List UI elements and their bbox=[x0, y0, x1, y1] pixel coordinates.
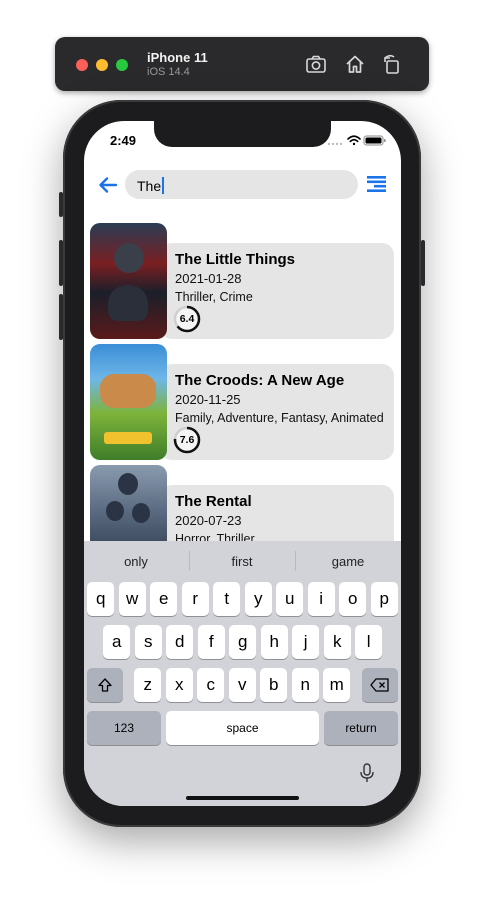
home-icon[interactable] bbox=[344, 53, 366, 75]
minimize-window-button[interactable] bbox=[96, 59, 108, 71]
movie-title: The Little Things bbox=[175, 251, 295, 268]
key-q[interactable]: q bbox=[87, 582, 115, 616]
key-u[interactable]: u bbox=[276, 582, 304, 616]
key-n[interactable]: n bbox=[291, 668, 319, 702]
home-indicator[interactable] bbox=[186, 796, 299, 800]
suggestion-divider bbox=[295, 551, 296, 571]
key-l[interactable]: l bbox=[355, 625, 383, 659]
movie-poster bbox=[90, 223, 167, 339]
power-button[interactable] bbox=[421, 240, 425, 286]
rating-value: 6.4 bbox=[179, 313, 195, 325]
key-r[interactable]: r bbox=[181, 582, 209, 616]
list-item[interactable]: The Croods: A New Age 2020-11-25 Family,… bbox=[84, 344, 401, 462]
mute-switch[interactable] bbox=[59, 192, 63, 217]
key-s[interactable]: s bbox=[134, 625, 162, 659]
list-item[interactable]: The Little Things 2021-01-28 Thriller, C… bbox=[84, 223, 401, 341]
signal-icon bbox=[327, 142, 343, 146]
search-input-value: The bbox=[137, 177, 165, 194]
volume-up-button[interactable] bbox=[59, 240, 63, 286]
key-b[interactable]: b bbox=[260, 668, 288, 702]
key-c[interactable]: c bbox=[197, 668, 225, 702]
key-j[interactable]: j bbox=[292, 625, 320, 659]
battery-icon bbox=[363, 135, 386, 146]
key-d[interactable]: d bbox=[166, 625, 194, 659]
close-window-button[interactable] bbox=[76, 59, 88, 71]
key-g[interactable]: g bbox=[229, 625, 257, 659]
list-menu-icon[interactable] bbox=[367, 176, 386, 192]
shift-icon bbox=[98, 678, 112, 692]
suggestion-game[interactable]: game bbox=[298, 554, 398, 569]
suggestion-divider bbox=[189, 551, 190, 571]
shift-key[interactable] bbox=[87, 668, 123, 702]
movie-title: The Rental bbox=[175, 493, 252, 510]
notch bbox=[154, 121, 331, 147]
movie-date: 2020-07-23 bbox=[175, 513, 242, 528]
key-f[interactable]: f bbox=[197, 625, 225, 659]
movie-title: The Croods: A New Age bbox=[175, 372, 345, 389]
key-v[interactable]: v bbox=[228, 668, 256, 702]
movie-genres: Thriller, Crime bbox=[175, 290, 253, 304]
movie-poster bbox=[90, 344, 167, 460]
simulator-title-bar: iPhone 11 iOS 14.4 bbox=[55, 37, 429, 91]
key-i[interactable]: i bbox=[307, 582, 335, 616]
key-e[interactable]: e bbox=[150, 582, 178, 616]
rating-value: 7.6 bbox=[179, 434, 195, 446]
poster-logo bbox=[104, 432, 152, 444]
key-x[interactable]: x bbox=[165, 668, 193, 702]
rating-badge: 6.4 bbox=[173, 305, 201, 333]
poster-figure bbox=[118, 473, 138, 495]
key-z[interactable]: z bbox=[134, 668, 162, 702]
key-t[interactable]: t bbox=[213, 582, 241, 616]
movie-date: 2021-01-28 bbox=[175, 271, 242, 286]
poster-figure bbox=[108, 285, 148, 321]
key-a[interactable]: a bbox=[103, 625, 131, 659]
key-o[interactable]: o bbox=[339, 582, 367, 616]
key-w[interactable]: w bbox=[118, 582, 146, 616]
key-m[interactable]: m bbox=[323, 668, 351, 702]
delete-key[interactable] bbox=[362, 668, 398, 702]
key-k[interactable]: k bbox=[323, 625, 351, 659]
poster-figure bbox=[132, 503, 150, 523]
key-y[interactable]: y bbox=[244, 582, 272, 616]
back-arrow-icon[interactable] bbox=[97, 174, 119, 196]
rating-badge: 7.6 bbox=[173, 426, 201, 454]
volume-down-button[interactable] bbox=[59, 294, 63, 340]
movie-date: 2020-11-25 bbox=[175, 392, 241, 407]
numbers-key[interactable]: 123 bbox=[87, 711, 161, 745]
key-p[interactable]: p bbox=[370, 582, 398, 616]
space-key[interactable]: space bbox=[166, 711, 319, 745]
screenshot-icon[interactable] bbox=[305, 53, 327, 75]
os-version: iOS 14.4 bbox=[147, 66, 190, 78]
poster-figure bbox=[100, 374, 156, 408]
device-name: iPhone 11 bbox=[147, 50, 208, 65]
delete-icon bbox=[370, 678, 389, 692]
search-input[interactable]: The bbox=[125, 170, 358, 199]
suggestion-only[interactable]: only bbox=[86, 554, 186, 569]
status-icons bbox=[327, 135, 386, 146]
key-h[interactable]: h bbox=[260, 625, 288, 659]
phone-screen: 2:49 The The Little Things 2021-01-28 Th… bbox=[84, 121, 401, 806]
movie-genres: Family, Adventure, Fantasy, Animated bbox=[175, 411, 384, 425]
wifi-icon bbox=[347, 135, 361, 146]
status-time: 2:49 bbox=[110, 133, 137, 148]
microphone-icon[interactable] bbox=[360, 763, 374, 783]
search-text: The bbox=[137, 178, 162, 194]
return-key[interactable]: return bbox=[324, 711, 398, 745]
poster-figure bbox=[114, 243, 144, 273]
suggestion-first[interactable]: first bbox=[192, 554, 292, 569]
text-cursor bbox=[162, 177, 165, 194]
rotate-icon[interactable] bbox=[381, 53, 403, 75]
zoom-window-button[interactable] bbox=[116, 59, 128, 71]
poster-figure bbox=[106, 501, 124, 521]
keyboard: only first game qwertyuiop asdfghjkl zxc… bbox=[84, 541, 401, 806]
